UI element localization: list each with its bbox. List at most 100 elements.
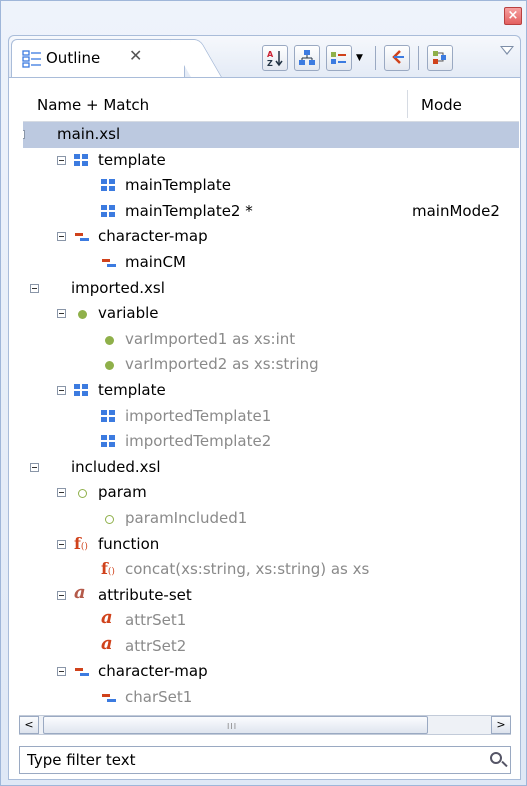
outline-toolbar: A Z ▼ — [262, 44, 459, 72]
character-map-icon — [101, 690, 117, 706]
outline-tree[interactable]: main.xsl template mainTemplate mainTemplate… — [23, 122, 519, 714]
tree-row-label: varImported1 as xs:int — [125, 329, 296, 348]
close-window-button[interactable]: × — [504, 7, 522, 25]
collapse-toggle-icon[interactable] — [23, 130, 25, 139]
collapse-toggle-icon[interactable] — [57, 590, 66, 600]
variable-icon — [101, 357, 117, 373]
outline-panel: Name + Match Mode main.xsl template mainTe… — [8, 77, 521, 780]
window-top-strip: × — [1, 1, 527, 35]
tree-row[interactable]: varImported1 as xs:int — [23, 327, 519, 353]
collapse-toggle-icon[interactable] — [57, 385, 66, 395]
attribute-set-icon: a — [74, 581, 86, 603]
link-with-editor-button[interactable] — [383, 45, 410, 71]
tab-close-icon[interactable]: ✕ — [129, 46, 142, 65]
tree-row-label: attribute-set — [98, 585, 192, 604]
sort-alpha-icon: A Z — [267, 50, 283, 67]
tab-outline[interactable]: Outline ✕ — [11, 39, 185, 77]
collapse-toggle-icon[interactable] — [57, 488, 66, 498]
collapse-toggle-icon[interactable] — [57, 309, 66, 319]
collapse-toggle-icon[interactable] — [30, 462, 39, 472]
template-icon — [101, 178, 117, 194]
scroll-right-button[interactable]: > — [491, 716, 511, 734]
tree-row-mode: mainMode2 — [412, 201, 500, 220]
tree-row[interactable]: a attrSet2 — [23, 632, 519, 660]
view-menu-chevron-down-icon[interactable] — [500, 46, 514, 55]
component-filter-button[interactable] — [326, 45, 352, 71]
column-divider[interactable] — [407, 90, 408, 118]
tree-row[interactable]: mainTemplate2 * mainMode2 — [23, 199, 519, 225]
scroll-left-button[interactable]: < — [19, 716, 39, 734]
tree-row-label: paramIncluded1 — [125, 508, 248, 527]
link-with-editor-icon — [392, 50, 404, 64]
tree-row[interactable]: a attribute-set — [23, 581, 519, 609]
svg-text:Z: Z — [267, 59, 273, 67]
function-icon: f() — [74, 533, 88, 553]
attribute-set-icon: a — [101, 632, 113, 654]
tree-row[interactable]: variable — [23, 301, 519, 327]
collapse-toggle-icon[interactable] — [57, 232, 66, 242]
template-icon — [101, 204, 117, 220]
function-icon: f() — [101, 559, 115, 579]
template-icon — [101, 434, 117, 450]
hierarchy-icon — [299, 50, 315, 65]
collapse-toggle-icon[interactable] — [30, 283, 39, 293]
tree-row-label: mainCM — [125, 252, 186, 271]
tree-row[interactable]: varImported2 as xs:string — [23, 352, 519, 378]
tree-row[interactable]: charSet1 — [23, 685, 519, 711]
tree-row[interactable]: template — [23, 148, 519, 174]
search-icon[interactable] — [490, 752, 502, 764]
template-icon — [74, 383, 90, 399]
tree-row[interactable]: mainTemplate — [23, 173, 519, 199]
tree-row-label: template — [98, 150, 166, 169]
collapse-toggle-icon[interactable] — [57, 667, 66, 677]
collapse-toggle-icon[interactable] — [57, 539, 66, 549]
tree-row-label: importedTemplate1 — [125, 406, 272, 425]
tree-row[interactable]: character-map — [23, 224, 519, 250]
show-types-button[interactable] — [426, 45, 453, 71]
tree-row[interactable]: included.xsl — [23, 455, 519, 481]
scroll-grip: III — [227, 722, 238, 731]
tree-row[interactable]: param — [23, 480, 519, 506]
tree-row-label: concat(xs:string, xs:string) as xs — [125, 560, 370, 579]
tree-row[interactable]: template — [23, 378, 519, 404]
tree-row[interactable]: f() function — [23, 532, 519, 558]
collapse-toggle-icon[interactable] — [57, 155, 66, 165]
hierarchy-button[interactable] — [294, 45, 320, 71]
tree-row[interactable]: main.xsl — [23, 122, 519, 148]
tree-row-label: mainTemplate2 * — [125, 201, 253, 220]
scroll-thumb[interactable]: III — [43, 716, 428, 734]
tab-outline-label: Outline — [46, 49, 101, 67]
tree-row[interactable]: character-map — [23, 659, 519, 685]
outline-window: × Outline ✕ A Z ▼ Name + Match Mode main… — [0, 0, 527, 786]
tree-row[interactable]: a attrSet1 — [23, 607, 519, 634]
horizontal-scrollbar[interactable]: < III > — [19, 715, 511, 735]
show-types-icon — [432, 51, 446, 64]
character-map-icon — [74, 229, 90, 245]
attribute-set-icon: a — [101, 607, 113, 629]
component-filter-dropdown-icon[interactable]: ▼ — [356, 53, 363, 63]
column-name-match[interactable]: Name + Match — [37, 96, 149, 114]
column-header: Name + Match Mode — [23, 86, 519, 122]
tree-row-label: included.xsl — [71, 457, 161, 476]
tree-row[interactable]: mainCM — [23, 250, 519, 276]
column-mode[interactable]: Mode — [421, 96, 462, 114]
tree-row-label: character-map — [98, 662, 208, 681]
tree-row-label: charSet1 — [125, 688, 193, 707]
component-filter-icon — [331, 52, 346, 64]
tree-row[interactable]: imported.xsl — [23, 276, 519, 302]
tree-row-label: varImported2 as xs:string — [125, 355, 319, 374]
variable-icon — [101, 332, 117, 348]
sort-alpha-button[interactable]: A Z — [262, 45, 288, 71]
tree-row[interactable]: f() concat(xs:string, xs:string) as xs — [23, 557, 519, 583]
tree-row[interactable]: importedTemplate2 — [23, 429, 519, 455]
tree-row[interactable]: importedTemplate1 — [23, 404, 519, 430]
toolbar-separator — [417, 46, 419, 70]
template-icon — [74, 153, 90, 169]
outline-icon — [22, 50, 41, 68]
svg-text:A: A — [267, 50, 274, 59]
tree-row[interactable]: paramIncluded1 — [23, 506, 519, 532]
tree-row-label: variable — [98, 304, 159, 323]
character-map-icon — [101, 255, 117, 271]
filter-input[interactable] — [20, 747, 480, 773]
tree-row-label: template — [98, 380, 166, 399]
